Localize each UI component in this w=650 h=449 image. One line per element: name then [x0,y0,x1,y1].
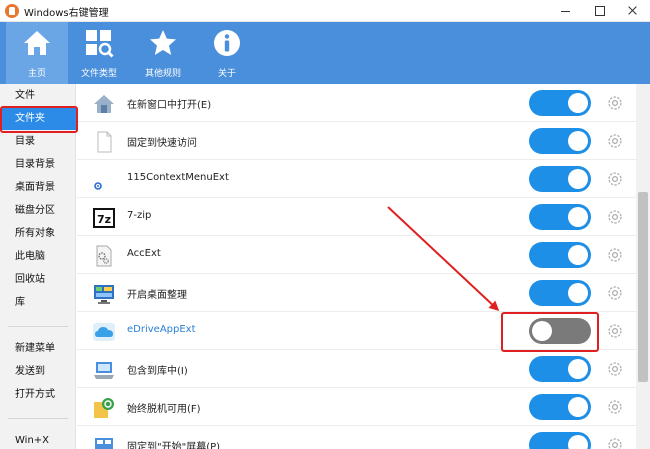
item-label: 固定到快速访问 [127,138,197,149]
gear-icon[interactable] [606,398,624,416]
item-label: 包含到库中(I) [127,366,188,377]
item-toggle[interactable] [529,318,591,344]
7zip-icon-text: 7z [97,213,111,226]
tab-home[interactable]: 主页 [6,22,68,84]
info-icon [214,30,240,56]
tab-file-types-label: 文件类型 [80,69,117,79]
tab-file-types[interactable]: 文件类型 [68,22,130,84]
list-scrollbar[interactable] [636,84,650,449]
title-bar: Windows右键管理 [0,0,650,22]
sidebar-item-recycle-bin[interactable]: 回收站 [0,269,76,291]
list-item: 始终脱机可用(F) [77,388,636,426]
sidebar-divider [8,418,68,419]
item-toggle[interactable] [529,394,591,420]
blank-document-icon [97,131,112,153]
gear-icon[interactable] [606,246,624,264]
sidebar-item-file[interactable]: 文件 [0,85,76,107]
app-logo-icon [5,4,19,18]
item-toggle[interactable] [529,432,591,449]
list-item: 包含到库中(I) [77,350,636,388]
item-label: eDriveAppExt [127,324,196,335]
sidebar-item-directory[interactable]: 目录 [0,131,76,153]
star-icon [150,30,176,55]
gear-icon[interactable] [606,436,624,449]
list-item: 115ContextMenuExt [77,160,636,198]
sidebar-divider [8,326,68,327]
file-type-icon [86,30,114,58]
item-toggle[interactable] [529,90,591,116]
sidebar: 文件 文件夹 目录 目录背景 桌面背景 磁盘分区 所有对象 此电脑 回收站 库 … [0,84,76,449]
sidebar-item-this-pc[interactable]: 此电脑 [0,246,76,268]
item-toggle[interactable] [529,166,591,192]
item-label: 固定到"开始"屏幕(P) [127,442,221,449]
gear-icon[interactable] [606,170,624,188]
list-item: 7z 7-zip [77,198,636,236]
item-toggle[interactable] [529,242,591,268]
desktop-monitor-icon [94,285,114,304]
gear-icon[interactable] [606,284,624,302]
item-toggle[interactable] [529,204,591,230]
gear-icon[interactable] [606,322,624,340]
settings-file-icon [96,245,112,267]
menu-item-list: 在新窗口中打开(E) 固定到快速访问 115ContextMenuExt 7z … [77,84,636,449]
item-label: 在新窗口中打开(E) [127,100,212,111]
gear-icon[interactable] [606,94,624,112]
library-icon [94,362,114,379]
item-toggle[interactable] [529,356,591,382]
cloud-icon [93,323,115,341]
list-item: 固定到"开始"屏幕(P) [77,426,636,449]
list-item: 开启桌面整理 [77,274,636,312]
main-toolbar: 主页 文件类型 其他规则 关于 [0,22,650,84]
tab-home-label: 主页 [27,69,46,79]
item-toggle[interactable] [529,128,591,154]
sidebar-item-directory-background[interactable]: 目录背景 [0,154,76,176]
tab-other-rules[interactable]: 其他规则 [132,22,194,84]
tab-about-label: 关于 [217,69,236,79]
sidebar-item-send-to[interactable]: 发送到 [0,361,76,383]
window-title: Windows右键管理 [24,8,109,19]
item-label: AccExt [127,248,161,259]
scrollbar-thumb[interactable] [638,192,648,382]
115-icon [94,182,102,190]
item-label: 7-zip [127,210,152,221]
gear-icon[interactable] [606,360,624,378]
pin-to-start-icon [95,438,113,449]
sidebar-item-disk-partition[interactable]: 磁盘分区 [0,200,76,222]
tab-other-rules-label: 其他规则 [144,69,181,79]
house-window-icon [94,95,114,113]
gear-icon[interactable] [606,132,624,150]
home-icon [24,31,50,55]
sidebar-item-library[interactable]: 库 [0,292,76,314]
gear-icon[interactable] [606,208,624,226]
close-button[interactable] [617,0,647,22]
sidebar-item-new-menu[interactable]: 新建菜单 [0,338,76,360]
list-item: 在新窗口中打开(E) [77,84,636,122]
list-item: 固定到快速访问 [77,122,636,160]
sidebar-item-folder[interactable]: 文件夹 [2,108,76,130]
list-item: AccExt [77,236,636,274]
sidebar-item-desktop-background[interactable]: 桌面背景 [0,177,76,199]
item-label: 开启桌面整理 [127,290,187,301]
sync-folder-icon [94,398,114,418]
7zip-icon: 7z [93,208,115,228]
item-label: 始终脱机可用(F) [127,404,201,415]
tab-about[interactable]: 关于 [196,22,258,84]
sidebar-item-all-objects[interactable]: 所有对象 [0,223,76,245]
sidebar-item-open-with[interactable]: 打开方式 [0,384,76,406]
item-label: 115ContextMenuExt [127,172,229,183]
list-item: eDriveAppExt [77,312,636,350]
item-toggle[interactable] [529,280,591,306]
sidebar-item-win-x[interactable]: Win+X [0,430,76,449]
maximize-button[interactable] [584,0,614,22]
minimize-button[interactable] [550,0,580,22]
